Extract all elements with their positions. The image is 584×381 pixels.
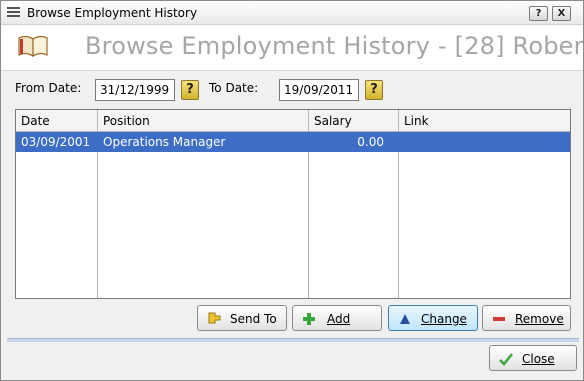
column-divider — [398, 132, 399, 298]
column-header-link[interactable]: Link — [399, 110, 570, 132]
send-to-button[interactable]: Send To — [197, 305, 287, 331]
remove-button[interactable]: Remove — [482, 305, 571, 331]
title-bar: Browse Employment History ? X — [1, 1, 583, 25]
close-button[interactable]: Close — [489, 345, 577, 371]
to-date-input[interactable]: 19/09/2011 — [279, 79, 359, 101]
column-header-date[interactable]: Date — [16, 110, 98, 132]
cell-salary: 0.00 — [357, 135, 384, 149]
close-titlebar-button[interactable]: X — [552, 6, 571, 21]
change-label: Change — [421, 312, 467, 326]
column-divider — [308, 132, 309, 298]
add-button[interactable]: Add — [292, 305, 382, 331]
browse-employment-history-window: Browse Employment History ? X Browse Emp… — [0, 0, 584, 381]
send-to-label: Send To — [230, 312, 277, 326]
from-date-help-button[interactable]: ? — [181, 80, 199, 100]
plus-icon — [303, 313, 315, 325]
from-date-label: From Date: — [15, 81, 82, 95]
to-date-help-button[interactable]: ? — [365, 80, 383, 100]
employment-history-table[interactable]: Date Position Salary Link 03/09/2001 Ope… — [15, 109, 571, 299]
system-menu-icon[interactable] — [7, 7, 20, 19]
close-label: Close — [522, 352, 555, 366]
table-row-selected[interactable]: 03/09/2001 Operations Manager 0.00 — [16, 132, 570, 152]
cell-position: Operations Manager — [103, 135, 226, 149]
checkmark-icon — [499, 353, 513, 366]
footer-separator — [7, 338, 579, 342]
send-arrow-icon — [208, 312, 221, 324]
window-title: Browse Employment History — [27, 6, 198, 20]
help-titlebar-button[interactable]: ? — [529, 6, 548, 21]
remove-label: Remove — [515, 312, 564, 326]
banner-title: Browse Employment History - [28] Robert … — [85, 32, 583, 60]
table-header: Date Position Salary Link — [16, 110, 570, 132]
column-divider — [97, 132, 98, 298]
add-label: Add — [327, 312, 351, 326]
edit-triangle-icon — [400, 314, 410, 324]
cell-date: 03/09/2001 — [21, 135, 91, 149]
header-banner: Browse Employment History - [28] Robert … — [1, 25, 583, 71]
from-date-input[interactable]: 31/12/1999 — [95, 79, 175, 101]
column-header-salary[interactable]: Salary — [309, 110, 399, 132]
to-date-label: To Date: — [209, 81, 259, 95]
cell-link — [399, 132, 570, 152]
open-book-icon — [18, 36, 48, 58]
minus-icon — [493, 317, 505, 321]
column-header-position[interactable]: Position — [98, 110, 309, 132]
change-button[interactable]: Change — [388, 305, 478, 331]
